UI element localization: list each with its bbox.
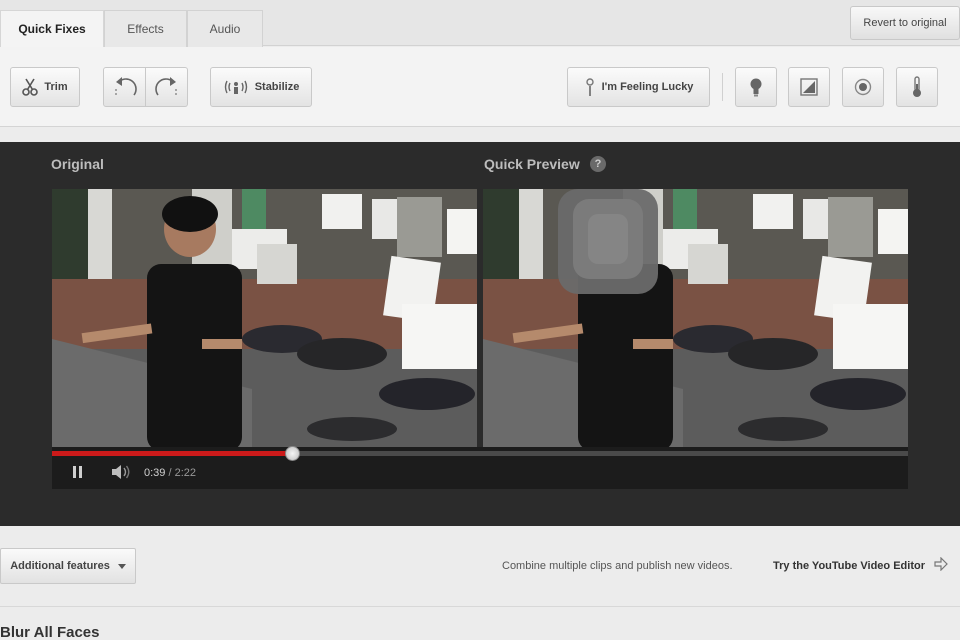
brightness-button[interactable] <box>735 67 777 107</box>
progress-scrubber[interactable] <box>285 446 300 461</box>
rotate-left-button[interactable] <box>103 67 146 107</box>
original-video-frame <box>52 189 477 451</box>
contrast-button[interactable] <box>788 67 830 107</box>
video-editor-link[interactable]: Try the YouTube Video Editor <box>773 560 925 572</box>
trim-button[interactable]: Trim <box>10 67 80 107</box>
progress-fill <box>52 451 292 456</box>
current-time: 0:39 <box>144 467 166 479</box>
volume-icon[interactable] <box>110 464 132 485</box>
stabilize-label: Stabilize <box>254 81 300 93</box>
tab-effects[interactable]: Effects <box>104 10 187 47</box>
combine-clips-text: Combine multiple clips and publish new v… <box>502 560 733 572</box>
tab-label: Audio <box>209 22 241 36</box>
duration: 2:22 <box>174 467 197 479</box>
tab-audio[interactable]: Audio <box>187 10 263 47</box>
additional-features-label: Additional features <box>10 560 110 572</box>
time-separator: / <box>165 467 175 479</box>
trim-label: Trim <box>44 81 68 93</box>
quick-preview-video-frame <box>483 189 908 451</box>
stabilize-button[interactable]: Stabilize <box>210 67 312 107</box>
player-controls: 0:39 / 2:22 <box>52 446 908 489</box>
contrast-icon <box>800 78 818 96</box>
scissors-icon <box>22 78 39 96</box>
stabilize-icon <box>223 78 249 96</box>
revert-to-original-button[interactable]: Revert to original <box>850 6 960 40</box>
feeling-lucky-button[interactable]: I'm Feeling Lucky <box>567 67 710 107</box>
rotate-right-icon <box>154 75 180 99</box>
tab-quick-fixes[interactable]: Quick Fixes <box>0 10 104 48</box>
original-video[interactable] <box>52 189 477 451</box>
pause-icon[interactable] <box>72 465 84 484</box>
quick-preview-video[interactable] <box>483 189 908 451</box>
footer-row: Additional features Combine multiple cli… <box>0 526 960 606</box>
tab-label: Effects <box>127 22 164 36</box>
magic-wand-icon <box>584 77 596 97</box>
chevron-down-icon <box>117 560 126 572</box>
thermometer-icon <box>911 76 923 98</box>
lightbulb-icon <box>749 77 763 97</box>
help-icon[interactable]: ? <box>590 156 606 172</box>
feeling-lucky-label: I'm Feeling Lucky <box>601 81 694 93</box>
revert-label: Revert to original <box>863 17 947 29</box>
rotate-right-button[interactable] <box>146 67 188 107</box>
saturation-button[interactable] <box>842 67 884 107</box>
tab-label: Quick Fixes <box>18 22 86 36</box>
saturation-icon <box>854 78 872 96</box>
section-divider <box>0 606 960 607</box>
toolbar-separator <box>722 73 723 101</box>
tab-bar: Quick Fixes Effects Audio Revert to orig… <box>0 0 960 48</box>
rotate-left-icon <box>112 75 138 99</box>
additional-features-button[interactable]: Additional features <box>0 548 136 584</box>
blur-all-faces-heading: Blur All Faces <box>0 624 100 640</box>
preview-stage: Original Quick Preview ? 0:39 / 2:22 <box>0 142 960 526</box>
original-label: Original <box>51 156 104 172</box>
quick-fixes-toolbar: Trim Stabilize I'm Feeling Lucky <box>0 47 960 127</box>
time-display: 0:39 / 2:22 <box>144 467 196 479</box>
color-temperature-button[interactable] <box>896 67 938 107</box>
quick-preview-label: Quick Preview <box>484 156 580 172</box>
arrow-right-icon[interactable] <box>934 556 948 576</box>
